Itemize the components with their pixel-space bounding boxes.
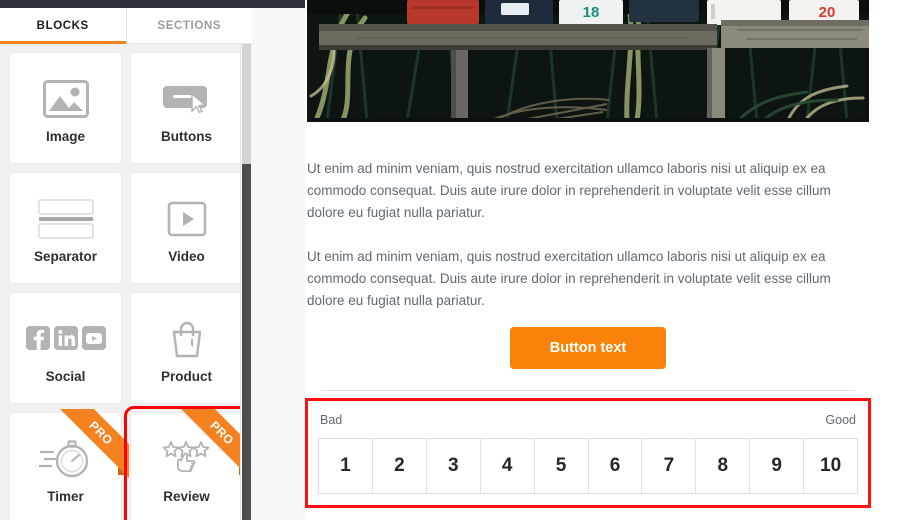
image-icon xyxy=(42,71,89,127)
content-divider xyxy=(321,390,855,391)
email-canvas: 18 20 Ut enim ad minim veniam, quis nost… xyxy=(305,0,917,520)
rating-option-6[interactable]: 6 xyxy=(588,439,643,493)
separator-icon xyxy=(37,191,95,247)
block-timer[interactable]: PRO Timer xyxy=(10,409,129,520)
block-social-label: Social xyxy=(45,369,86,384)
block-image[interactable]: Image xyxy=(10,53,121,163)
block-review-label: Review xyxy=(163,489,210,504)
rating-option-10[interactable]: 10 xyxy=(804,439,859,493)
block-buttons[interactable]: Buttons xyxy=(131,53,242,163)
rating-option-9[interactable]: 9 xyxy=(750,439,805,493)
social-icon xyxy=(25,311,106,367)
svg-text:18: 18 xyxy=(583,4,600,21)
hero-image[interactable]: 18 20 xyxy=(307,0,869,122)
paragraph-2: Ut enim ad minim veniam, quis nostrud ex… xyxy=(307,249,831,308)
block-separator-label: Separator xyxy=(33,249,98,264)
rating-option-7[interactable]: 7 xyxy=(642,439,697,493)
rating-option-5[interactable]: 5 xyxy=(534,439,589,493)
tab-blocks-label: BLOCKS xyxy=(36,19,89,32)
video-icon xyxy=(167,191,207,247)
scrollbar-thumb[interactable] xyxy=(242,164,251,520)
timer-icon xyxy=(38,431,93,487)
rating-option-4[interactable]: 4 xyxy=(480,439,535,493)
block-buttons-label: Buttons xyxy=(161,129,212,144)
cta-container: Button text xyxy=(307,327,869,369)
blocks-sidebar: BLOCKS SECTIONS Image Buttons Separator … xyxy=(0,8,252,520)
block-product[interactable]: Product xyxy=(131,293,242,403)
rating-scale: 1 2 3 4 5 6 7 8 9 10 xyxy=(318,438,859,494)
rating-option-1[interactable]: 1 xyxy=(319,439,373,493)
rating-option-2[interactable]: 2 xyxy=(372,439,427,493)
rating-option-8[interactable]: 8 xyxy=(696,439,751,493)
scrollbar-track xyxy=(242,44,251,164)
block-separator[interactable]: Separator xyxy=(10,173,121,283)
block-video-label: Video xyxy=(168,249,205,264)
rating-option-3[interactable]: 3 xyxy=(426,439,481,493)
block-product-label: Product xyxy=(160,369,212,384)
product-icon xyxy=(167,311,207,367)
svg-text:20: 20 xyxy=(819,4,836,21)
sidebar-scrollbar[interactable] xyxy=(240,44,252,520)
sidebar-tabs: BLOCKS SECTIONS xyxy=(0,8,252,44)
tab-blocks[interactable]: BLOCKS xyxy=(0,8,127,44)
rating-low-label: Bad xyxy=(320,413,343,427)
button-icon xyxy=(162,71,212,127)
panel-gutter xyxy=(252,8,305,520)
block-image-label: Image xyxy=(45,129,86,144)
block-social[interactable]: Social xyxy=(10,293,121,403)
review-rating-block[interactable]: Bad Good 1 2 3 4 5 6 7 8 9 10 xyxy=(305,398,871,508)
rating-scale-labels: Bad Good xyxy=(318,411,858,427)
tab-sections-label: SECTIONS xyxy=(157,19,222,32)
rating-high-label: Good xyxy=(825,413,856,427)
blocks-grid: Image Buttons Separator Video Social Pro… xyxy=(0,44,252,520)
block-video[interactable]: Video xyxy=(131,173,242,283)
block-review[interactable]: PRO Review xyxy=(124,406,250,520)
block-timer-label: Timer xyxy=(47,489,84,504)
app-root: BLOCKS SECTIONS Image Buttons Separator … xyxy=(0,0,917,520)
body-copy: Ut enim ad minim veniam, quis nostrud ex… xyxy=(307,158,865,312)
tab-sections[interactable]: SECTIONS xyxy=(126,8,252,43)
cta-button[interactable]: Button text xyxy=(509,327,667,369)
paragraph-1: Ut enim ad minim veniam, quis nostrud ex… xyxy=(307,161,831,220)
review-icon xyxy=(160,431,214,487)
